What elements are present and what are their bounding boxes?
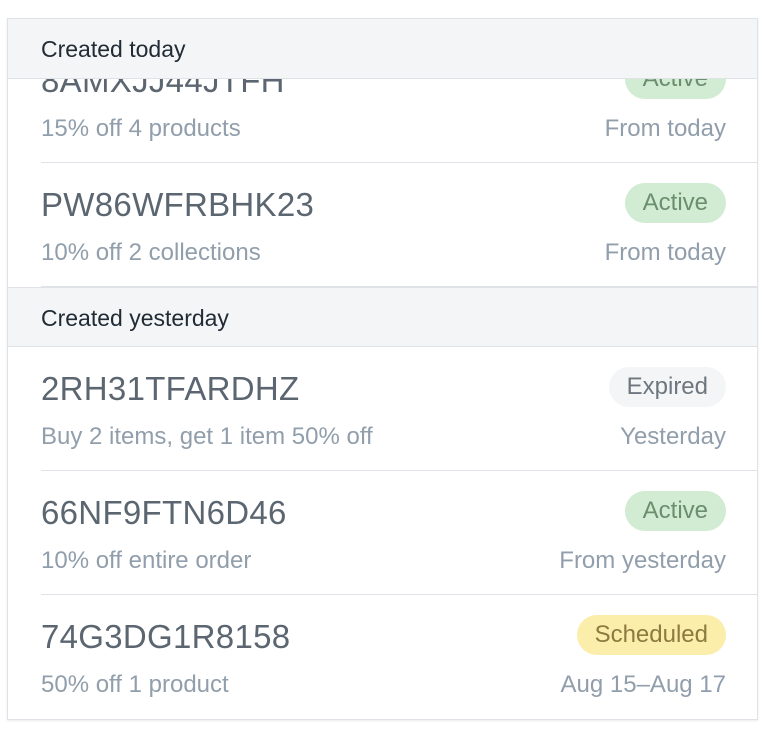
discount-code: 2RH31TFARDHZ	[41, 370, 300, 407]
status-badge: Active	[624, 183, 726, 223]
discount-date: From today	[604, 115, 726, 142]
section-header-yesterday: Created yesterday	[8, 287, 757, 347]
discount-date: From today	[604, 239, 726, 266]
discount-code: PW86WFRBHK23	[41, 186, 315, 223]
discount-description: 50% off 1 product	[41, 671, 229, 698]
discount-code: 74G3DG1R8158	[41, 618, 291, 655]
discount-description: Buy 2 items, get 1 item 50% off	[41, 423, 373, 450]
discount-date: Aug 15–Aug 17	[560, 671, 726, 698]
discount-row[interactable]: 74G3DG1R8158 Scheduled 50% off 1 product…	[41, 595, 726, 719]
discount-description: 10% off entire order	[41, 547, 252, 574]
discount-description: 15% off 4 products	[41, 115, 241, 142]
status-badge: Expired	[608, 367, 726, 407]
section-title: Created today	[41, 36, 186, 62]
discount-row[interactable]: PW86WFRBHK23 Active 10% off 2 collection…	[41, 163, 757, 287]
section-title: Created yesterday	[41, 305, 229, 331]
section-header-today: Created today	[8, 19, 757, 79]
status-badge: Scheduled	[576, 615, 726, 655]
status-badge: Active	[624, 491, 726, 531]
discount-row[interactable]: 66NF9FTN6D46 Active 10% off entire order…	[41, 471, 757, 595]
discounts-list-card: Created today 8AMXJJ44JTFH Active 15% of…	[7, 18, 758, 720]
discount-date: From yesterday	[559, 547, 726, 574]
discount-date: Yesterday	[620, 423, 726, 450]
discount-description: 10% off 2 collections	[41, 239, 261, 266]
discount-code: 66NF9FTN6D46	[41, 494, 287, 531]
discount-row[interactable]: 2RH31TFARDHZ Expired Buy 2 items, get 1 …	[41, 347, 757, 471]
